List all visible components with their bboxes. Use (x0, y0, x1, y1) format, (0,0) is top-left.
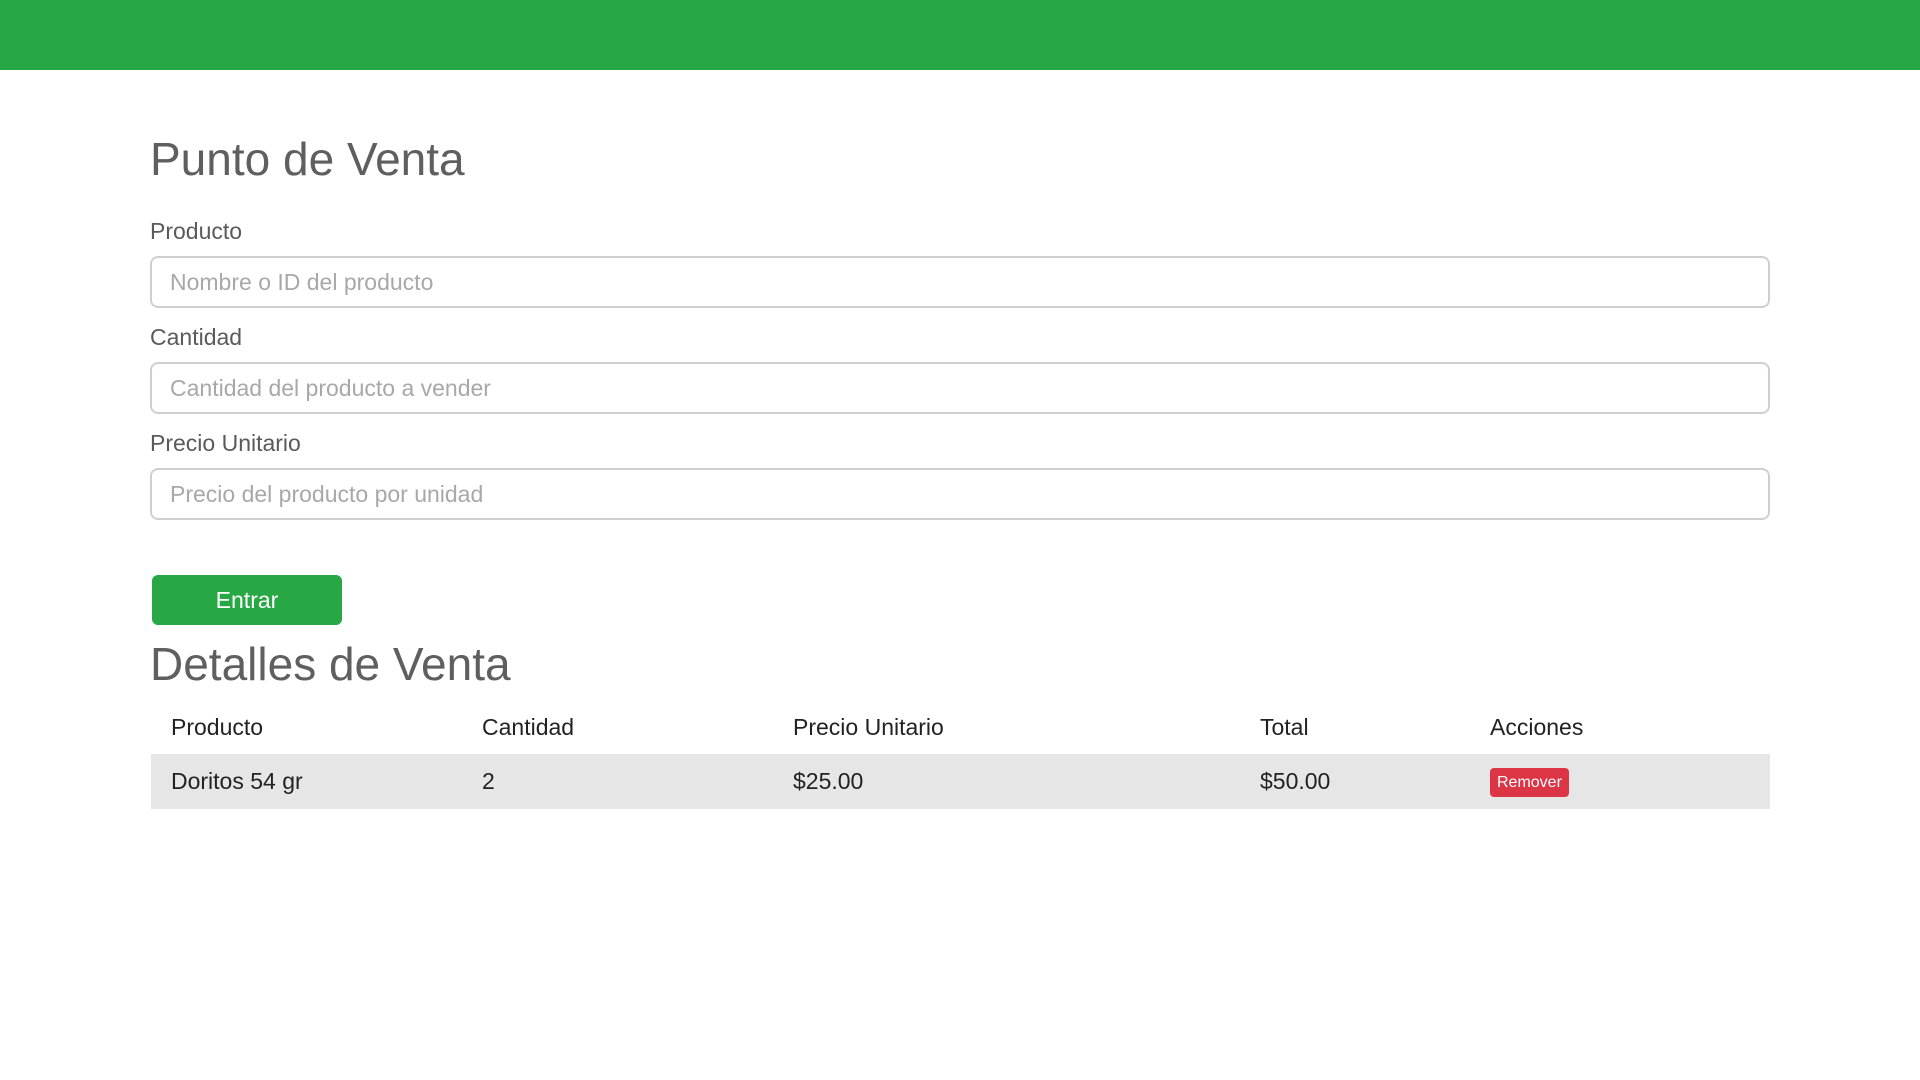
unit-price-input[interactable] (150, 468, 1770, 520)
cell-quantity: 2 (462, 754, 773, 809)
table-row: Doritos 54 gr 2 $25.00 $50.00 Remover (151, 754, 1770, 809)
column-header-total: Total (1260, 713, 1309, 740)
cell-actions: Remover (1470, 754, 1770, 809)
table-header-row: Producto Cantidad Precio Unitario Total … (151, 700, 1770, 754)
column-header-actions: Acciones (1490, 713, 1584, 740)
sale-details-table: Producto Cantidad Precio Unitario Total … (151, 700, 1770, 809)
remove-button[interactable]: Remover (1490, 767, 1569, 798)
quantity-label: Cantidad (150, 324, 243, 350)
product-label: Producto (150, 218, 243, 244)
cell-product: Doritos 54 gr (151, 754, 462, 809)
quantity-input[interactable] (150, 362, 1770, 414)
product-input[interactable] (150, 256, 1770, 308)
cell-unit-price: $25.00 (773, 754, 1240, 809)
cell-total: $50.00 (1240, 754, 1470, 809)
details-title: Detalles de Venta (150, 638, 511, 690)
unit-price-label: Precio Unitario (150, 430, 301, 456)
submit-button[interactable]: Entrar (152, 575, 342, 625)
column-header-unit-price: Precio Unitario (793, 713, 944, 740)
column-header-quantity: Cantidad (482, 713, 575, 740)
top-navbar (0, 0, 1920, 70)
column-header-product: Producto (171, 713, 264, 740)
page-title: Punto de Venta (150, 133, 465, 185)
